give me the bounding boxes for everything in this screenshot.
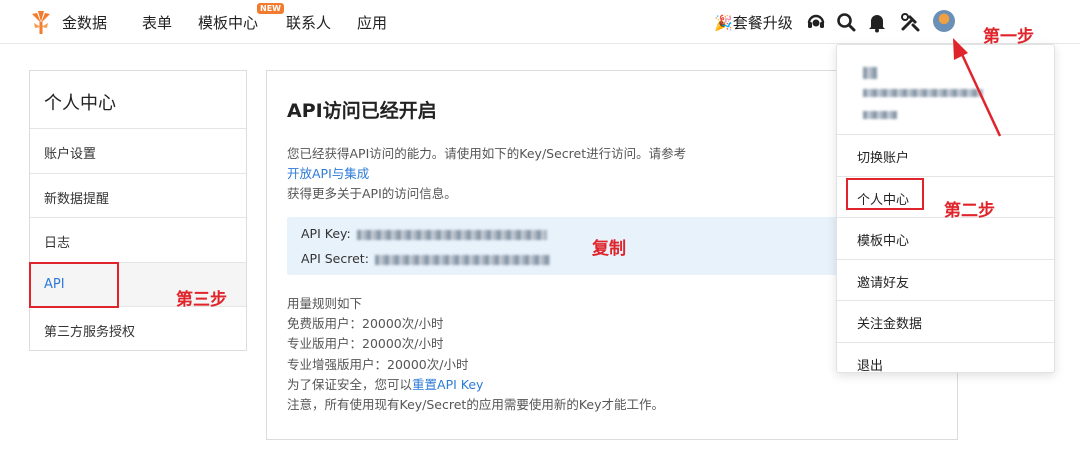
sidebar-title: 个人中心 — [30, 71, 246, 129]
usage-pro: 专业版用户：20000次/小时 — [287, 336, 444, 352]
reset-prefix: 为了保证安全，您可以 — [287, 376, 413, 392]
api-key-value-redacted[interactable] — [356, 229, 547, 240]
menu-invite-friends[interactable]: 邀请好友 — [837, 260, 1054, 301]
reset-line: 为了保证安全，您可以重置API Key — [287, 375, 664, 395]
api-key-label: API Key: — [301, 226, 351, 241]
brand-logo-icon[interactable] — [28, 9, 54, 35]
upgrade-label: 套餐升级 — [732, 14, 793, 32]
upgrade-plan-link[interactable]: 🎉套餐升级 — [714, 12, 793, 33]
new-badge: NEW — [257, 3, 284, 14]
usage-pro-plus: 专业增强版用户：20000次/小时 — [287, 356, 469, 372]
brand-name[interactable]: 金数据 — [62, 12, 107, 33]
annotation-step3: 第三步 — [176, 290, 227, 310]
api-description: 您已经获得API访问的能力。请使用如下的Key/Secret进行访问。请参考 开… — [287, 144, 807, 204]
usage-rules: 用量规则如下 免费版用户：20000次/小时 专业版用户：20000次/小时 专… — [287, 294, 664, 415]
menu-template-center[interactable]: 模板中心 — [837, 218, 1054, 260]
annotation-box-personal-center — [846, 178, 924, 210]
desc-line: 您已经获得API访问的能力。请使用如下的Key/Secret进行访问。请参考 — [287, 146, 687, 161]
api-credentials-box: API Key: API Secret: — [287, 217, 847, 275]
sidebar-item-third-party-auth[interactable]: 第三方服务授权 — [30, 307, 246, 352]
sidebar-item-data-alerts[interactable]: 新数据提醒 — [30, 174, 246, 218]
nav-forms[interactable]: 表单 — [142, 12, 172, 33]
api-secret-value-redacted[interactable] — [374, 254, 550, 265]
reset-api-key-link[interactable]: 重置API Key — [412, 377, 483, 392]
party-popper-icon: 🎉 — [714, 14, 733, 32]
api-secret-label: API Secret: — [301, 251, 369, 266]
annotation-copy: 复制 — [592, 239, 626, 259]
sidebar-item-logs[interactable]: 日志 — [30, 218, 246, 263]
nav-contacts[interactable]: 联系人 — [286, 12, 331, 33]
annotation-arrow — [953, 38, 1002, 137]
annotation-step2: 第二步 — [944, 201, 995, 221]
tools-icon[interactable] — [899, 11, 921, 33]
nav-templates[interactable]: 模板中心 — [198, 12, 258, 33]
top-navbar: 金数据 表单 模板中心 NEW 联系人 应用 🎉套餐升级 — [0, 0, 1080, 44]
support-headset-icon[interactable] — [805, 11, 827, 33]
usage-free: 免费版用户：20000次/小时 — [287, 316, 444, 332]
api-secret-row[interactable]: API Secret: — [301, 251, 550, 266]
page-title: API访问已经开启 — [287, 100, 437, 122]
menu-logout[interactable]: 退出 — [837, 343, 1054, 385]
menu-follow[interactable]: 关注金数据 — [837, 301, 1054, 343]
nav-apps[interactable]: 应用 — [357, 12, 387, 33]
user-plan-redacted — [863, 111, 897, 119]
desc-line: 获得更多关于API的访问信息。 — [287, 186, 457, 201]
open-api-link[interactable]: 开放API与集成 — [287, 164, 807, 184]
annotation-box-api — [29, 262, 119, 308]
search-icon[interactable] — [835, 11, 857, 33]
notice: 注意，所有使用现有Key/Secret的应用需要使用新的Key才能工作。 — [287, 397, 664, 413]
notification-bell-icon[interactable] — [866, 11, 888, 33]
sidebar-item-account-settings[interactable]: 账户设置 — [30, 129, 246, 174]
usage-title: 用量规则如下 — [287, 296, 363, 311]
user-avatar[interactable] — [933, 10, 955, 32]
user-name-redacted — [863, 67, 877, 79]
api-key-row[interactable]: API Key: — [301, 226, 547, 241]
